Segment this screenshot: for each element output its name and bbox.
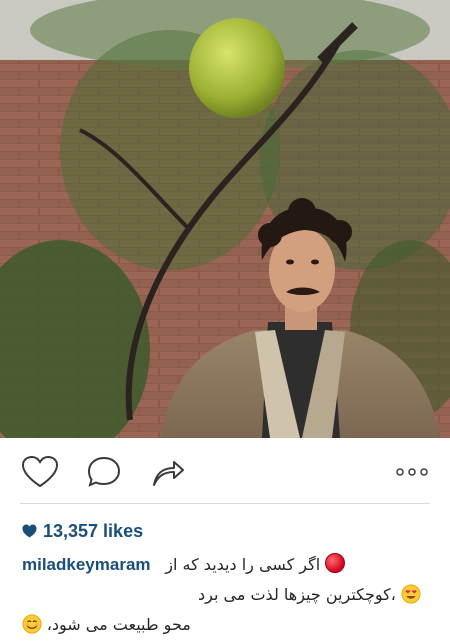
- heart-filled-icon: [22, 524, 37, 538]
- caption-text-1: اگر کسی را دیدید که از: [165, 555, 321, 574]
- username-link[interactable]: miladkeymaram: [22, 555, 151, 574]
- more-options-icon[interactable]: [392, 454, 432, 490]
- caption-text-3: محو طبیعت می شود،: [46, 615, 191, 634]
- caption-text-2: ،کوچکترین چیزها لذت می برد: [198, 585, 396, 604]
- post-photo[interactable]: [0, 0, 450, 438]
- likes-count[interactable]: 13,357 likes: [22, 520, 143, 542]
- caption-line-2: ،کوچکترین چیزها لذت می برد: [22, 580, 430, 610]
- post-photo-illustration: [0, 0, 450, 438]
- smiling-face-emoji-icon: [22, 614, 42, 634]
- likes-count-label: 13,357 likes: [43, 520, 144, 541]
- heart-outline-icon[interactable]: [20, 454, 60, 490]
- heart-eyes-emoji-icon: [401, 584, 421, 604]
- post-actions-bar: [0, 438, 450, 504]
- red-circle-emoji-icon: [324, 553, 345, 573]
- caption-line-1: miladkeymaram اگر کسی را دیدید که از: [22, 550, 430, 580]
- post-caption: miladkeymaram اگر کسی را دیدید که از ،کو…: [22, 550, 430, 640]
- actions-divider: [20, 503, 430, 504]
- share-arrow-icon[interactable]: [148, 454, 188, 490]
- comment-bubble-icon[interactable]: [84, 454, 124, 490]
- caption-line-3: محو طبیعت می شود،: [22, 610, 430, 640]
